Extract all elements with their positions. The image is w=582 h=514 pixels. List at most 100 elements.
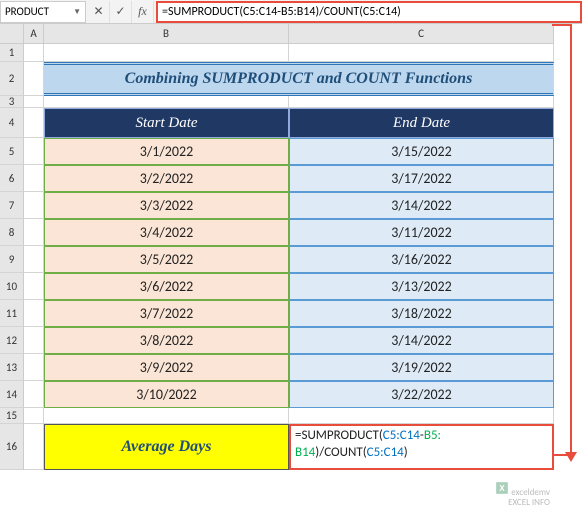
row-header[interactable]: 11 [0, 300, 24, 327]
cell[interactable] [24, 44, 44, 62]
row-header[interactable]: 12 [0, 327, 24, 354]
col-header-a[interactable]: A [24, 24, 44, 44]
formula-bar: PRODUCT ▼ ✕ ✓ fx =SUMPRODUCT(C5:C14-B5:B… [0, 0, 582, 24]
end-date-cell[interactable]: 3/16/2022 [289, 246, 554, 273]
cell[interactable] [44, 44, 289, 62]
watermark-line2: EXCEL INFO [508, 497, 550, 508]
cell[interactable] [24, 219, 44, 246]
row-header[interactable]: 15 [0, 408, 24, 424]
table-row: 5 3/1/2022 3/15/2022 [0, 138, 582, 165]
header-end[interactable]: End Date [289, 108, 554, 138]
row-header[interactable]: 3 [0, 96, 24, 108]
cell[interactable] [24, 300, 44, 327]
end-date-cell[interactable]: 3/19/2022 [289, 354, 554, 381]
header-text: Start Date [135, 115, 197, 132]
row-header[interactable]: 9 [0, 246, 24, 273]
fx-icon[interactable]: fx [132, 1, 154, 23]
cell[interactable] [24, 108, 44, 138]
cell[interactable] [24, 165, 44, 192]
row-header[interactable]: 1 [0, 44, 24, 62]
cell[interactable] [289, 96, 554, 108]
table-row: 6 3/2/2022 3/17/2022 [0, 165, 582, 192]
cell[interactable] [24, 138, 44, 165]
end-date-cell[interactable]: 3/17/2022 [289, 165, 554, 192]
row-header[interactable]: 8 [0, 219, 24, 246]
row: 4 Start Date End Date [0, 108, 582, 138]
cell-formula-text: =SUMPRODUCT(C5:C14-B5:B14)/COUNT(C5:C14) [295, 428, 441, 462]
cell[interactable] [44, 408, 289, 424]
annotation-arrow [570, 24, 572, 454]
start-date-cell[interactable]: 3/3/2022 [44, 192, 289, 219]
start-date-cell[interactable]: 3/1/2022 [44, 138, 289, 165]
row-header[interactable]: 5 [0, 138, 24, 165]
end-date-cell[interactable]: 3/22/2022 [289, 381, 554, 408]
cell[interactable] [44, 96, 289, 108]
table-row: 10 3/6/2022 3/13/2022 [0, 273, 582, 300]
header-start[interactable]: Start Date [44, 108, 289, 138]
cell[interactable] [24, 381, 44, 408]
cell[interactable] [24, 96, 44, 108]
row: 2 Combining SUMPRODUCT and COUNT Functio… [0, 62, 582, 96]
end-date-cell[interactable]: 3/15/2022 [289, 138, 554, 165]
start-date-cell[interactable]: 3/8/2022 [44, 327, 289, 354]
cell[interactable] [24, 192, 44, 219]
column-headers: A B C [0, 24, 582, 44]
formula-bar-buttons: ✕ ✓ fx [86, 1, 156, 23]
cell[interactable] [289, 44, 554, 62]
start-date-cell[interactable]: 3/7/2022 [44, 300, 289, 327]
row-header[interactable]: 13 [0, 354, 24, 381]
row-header[interactable]: 16 [0, 424, 24, 470]
row: 16 Average Days =SUMPRODUCT(C5:C14-B5:B1… [0, 424, 582, 470]
row: 15 [0, 408, 582, 424]
cell[interactable] [24, 62, 44, 96]
col-header-b[interactable]: B [44, 24, 289, 44]
table-row: 8 3/4/2022 3/11/2022 [0, 219, 582, 246]
cell[interactable] [24, 354, 44, 381]
row-header[interactable]: 14 [0, 381, 24, 408]
cancel-icon[interactable]: ✕ [88, 1, 110, 23]
cell[interactable] [24, 246, 44, 273]
end-date-cell[interactable]: 3/13/2022 [289, 273, 554, 300]
start-date-cell[interactable]: 3/5/2022 [44, 246, 289, 273]
cell[interactable] [24, 273, 44, 300]
start-date-cell[interactable]: 3/2/2022 [44, 165, 289, 192]
row-header[interactable]: 4 [0, 108, 24, 138]
row: 1 [0, 44, 582, 62]
excel-icon: X [495, 481, 509, 495]
cell[interactable] [24, 424, 44, 470]
start-date-cell[interactable]: 3/6/2022 [44, 273, 289, 300]
end-date-cell[interactable]: 3/18/2022 [289, 300, 554, 327]
title-cell[interactable]: Combining SUMPRODUCT and COUNT Functions [44, 62, 554, 96]
avg-label-text: Average Days [122, 438, 212, 456]
end-date-cell[interactable]: 3/11/2022 [289, 219, 554, 246]
enter-icon[interactable]: ✓ [110, 1, 132, 23]
spreadsheet: A B C 1 2 Combining SUMPRODUCT and COUNT… [0, 24, 582, 470]
end-date-cell[interactable]: 3/14/2022 [289, 327, 554, 354]
row-header[interactable]: 10 [0, 273, 24, 300]
cell[interactable] [24, 408, 44, 424]
start-date-cell[interactable]: 3/9/2022 [44, 354, 289, 381]
cell[interactable] [289, 408, 554, 424]
start-date-cell[interactable]: 3/4/2022 [44, 219, 289, 246]
name-box-value: PRODUCT [5, 5, 49, 18]
col-header-c[interactable]: C [289, 24, 554, 44]
table-row: 7 3/3/2022 3/14/2022 [0, 192, 582, 219]
formula-input[interactable]: =SUMPRODUCT(C5:C14-B5:B14)/COUNT(C5:C14) [156, 1, 582, 23]
row-header[interactable]: 6 [0, 165, 24, 192]
table-row: 9 3/5/2022 3/16/2022 [0, 246, 582, 273]
table-row: 12 3/8/2022 3/14/2022 [0, 327, 582, 354]
table-row: 14 3/10/2022 3/22/2022 [0, 381, 582, 408]
row-header[interactable]: 2 [0, 62, 24, 96]
dropdown-icon[interactable]: ▼ [73, 7, 81, 17]
select-all-corner[interactable] [0, 24, 24, 44]
start-date-cell[interactable]: 3/10/2022 [44, 381, 289, 408]
table-row: 11 3/7/2022 3/18/2022 [0, 300, 582, 327]
end-date-cell[interactable]: 3/14/2022 [289, 192, 554, 219]
average-label-cell[interactable]: Average Days [44, 424, 289, 470]
watermark: X exceldemv EXCEL INFO [495, 481, 550, 508]
row: 3 [0, 96, 582, 108]
formula-result-cell[interactable]: =SUMPRODUCT(C5:C14-B5:B14)/COUNT(C5:C14) [289, 424, 554, 470]
name-box[interactable]: PRODUCT ▼ [0, 1, 86, 23]
row-header[interactable]: 7 [0, 192, 24, 219]
cell[interactable] [24, 327, 44, 354]
